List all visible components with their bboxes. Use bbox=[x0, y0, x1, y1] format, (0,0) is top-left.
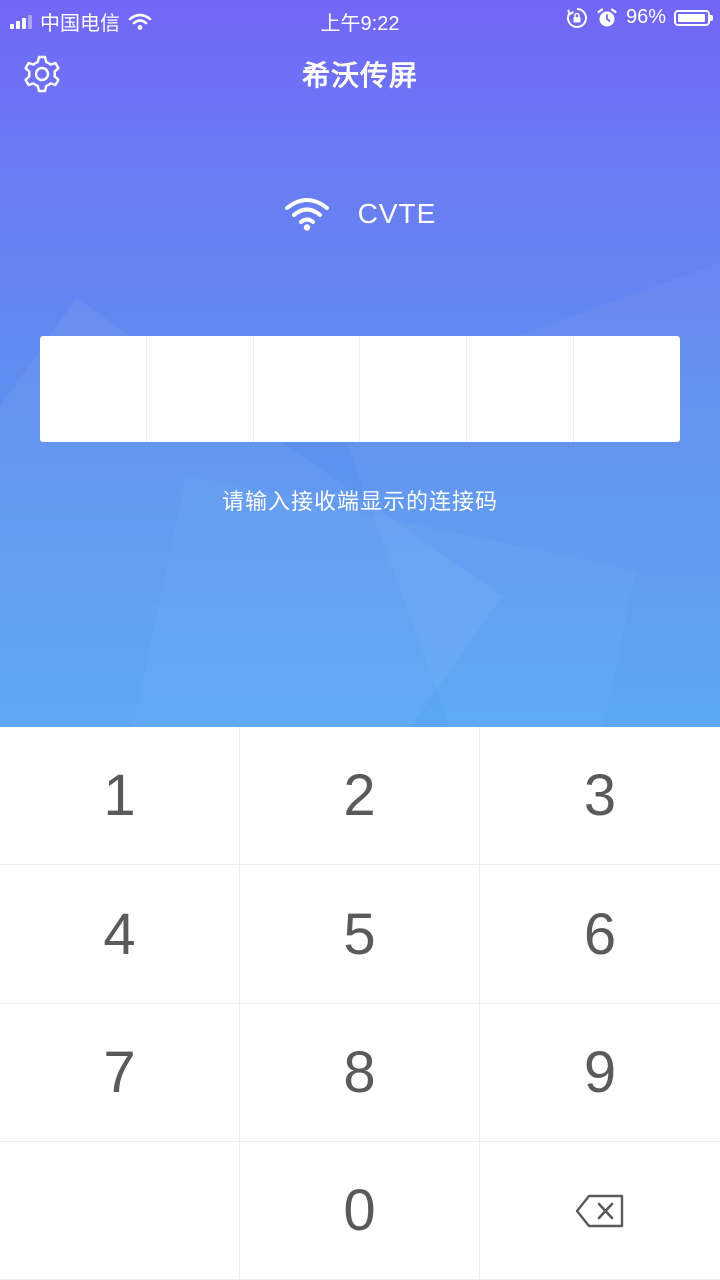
status-bar: 中国电信 上午9:22 96% bbox=[0, 0, 720, 38]
hero-background: 中国电信 上午9:22 96% 希沃传屏 CVTE 请输入接收端显示的连接码 bbox=[0, 0, 720, 727]
backspace-icon bbox=[575, 1194, 624, 1227]
key-5[interactable]: 5 bbox=[240, 865, 480, 1004]
key-7[interactable]: 7 bbox=[0, 1004, 240, 1142]
backspace-button[interactable] bbox=[480, 1142, 720, 1280]
key-1[interactable]: 1 bbox=[0, 727, 240, 865]
rotation-lock-icon bbox=[566, 7, 587, 28]
network-info: CVTE bbox=[0, 196, 720, 232]
wifi-icon bbox=[284, 198, 329, 231]
code-digit-cell[interactable] bbox=[467, 336, 575, 442]
key-empty bbox=[0, 1142, 240, 1280]
key-9[interactable]: 9 bbox=[480, 1004, 720, 1142]
background-shape bbox=[332, 232, 720, 727]
code-digit-cell[interactable] bbox=[40, 336, 147, 442]
numeric-keypad: 1 2 3 4 5 6 7 8 9 0 bbox=[0, 727, 720, 1280]
key-0[interactable]: 0 bbox=[240, 1142, 480, 1280]
code-digit-cell[interactable] bbox=[254, 336, 361, 442]
battery-percent: 96% bbox=[625, 6, 666, 28]
code-digit-cell[interactable] bbox=[147, 336, 254, 442]
key-4[interactable]: 4 bbox=[0, 865, 240, 1004]
battery-icon bbox=[674, 9, 713, 26]
network-name: CVTE bbox=[357, 198, 437, 229]
code-digit-cell[interactable] bbox=[360, 336, 468, 442]
code-digit-cell[interactable] bbox=[574, 336, 680, 442]
page-title: 希沃传屏 bbox=[301, 60, 418, 91]
connection-code-input[interactable] bbox=[40, 336, 680, 442]
key-3[interactable]: 3 bbox=[480, 727, 720, 865]
key-6[interactable]: 6 bbox=[480, 865, 720, 1004]
alarm-icon bbox=[597, 7, 617, 26]
battery-level bbox=[678, 13, 705, 22]
app-screen: 中国电信 上午9:22 96% 希沃传屏 CVTE 请输入接收端显示的连接码 1… bbox=[0, 0, 720, 1280]
code-hint-text: 请输入接收端显示的连接码 bbox=[221, 489, 498, 514]
key-8[interactable]: 8 bbox=[240, 1004, 480, 1142]
key-2[interactable]: 2 bbox=[240, 727, 480, 865]
status-right: 96% bbox=[566, 6, 713, 29]
